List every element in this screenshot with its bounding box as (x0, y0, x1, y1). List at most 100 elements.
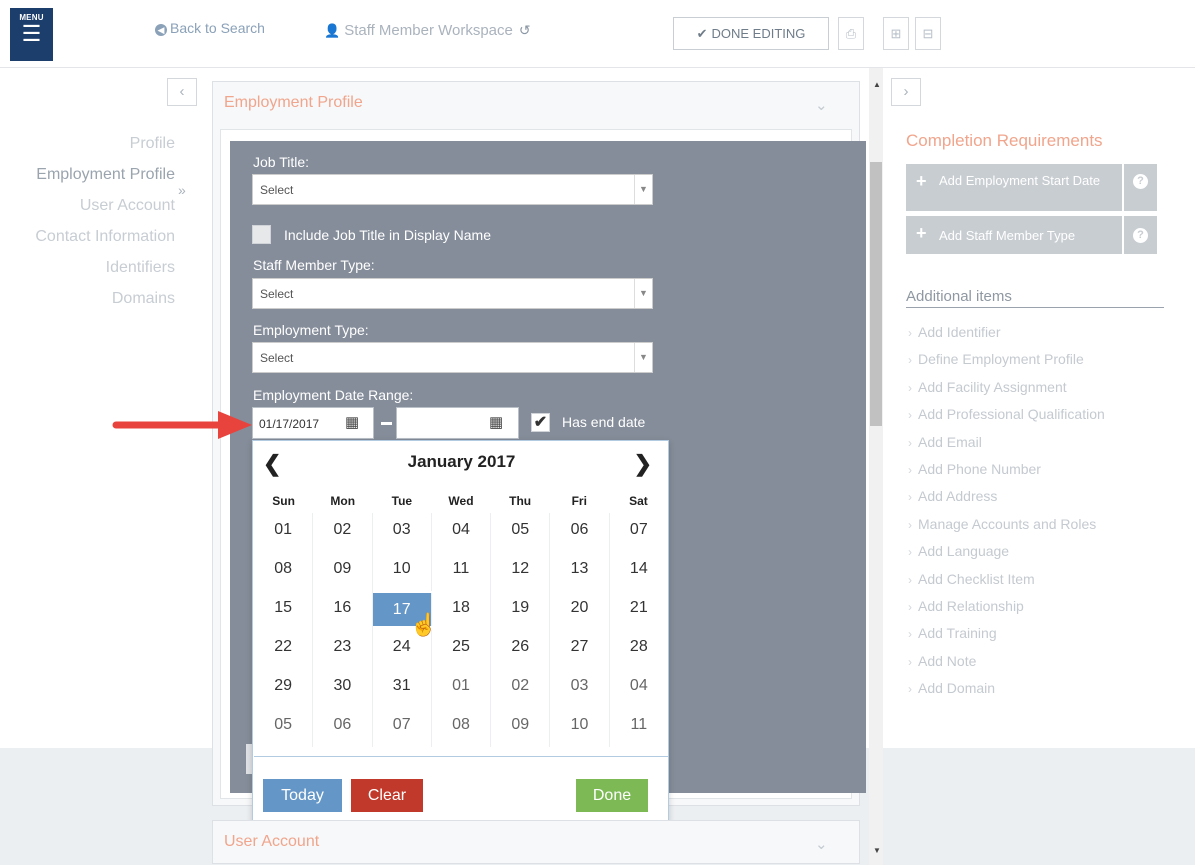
calendar-day-next-month[interactable]: 10 (550, 708, 610, 747)
help-button[interactable]: ? (1124, 216, 1157, 254)
include-job-title-checkbox[interactable] (252, 225, 271, 244)
list-item[interactable]: › Add Phone Number (908, 456, 1105, 483)
calendar-day[interactable]: 18 (432, 591, 492, 630)
staff-member-type-select[interactable]: Select ▼ (252, 278, 653, 309)
job-title-select[interactable]: Select ▼ (252, 174, 653, 205)
list-item[interactable]: › Add Training (908, 620, 1105, 647)
list-item[interactable]: › Add Professional Qualification (908, 401, 1105, 428)
calendar-day-next-month[interactable]: 06 (313, 708, 373, 747)
calendar-day[interactable]: 30 (313, 669, 373, 708)
calendar-day[interactable]: 01 (254, 513, 314, 552)
back-to-search-link[interactable]: ◀ Back to Search (155, 20, 265, 36)
calendar-day[interactable]: 27 (550, 630, 610, 669)
calendar-day[interactable]: 04 (432, 513, 492, 552)
calendar-day[interactable]: 15 (254, 591, 314, 630)
calendar-icon[interactable]: ▦ (489, 413, 503, 431)
calendar-day[interactable]: 03 (373, 513, 432, 552)
refresh-icon[interactable]: ↺ (519, 22, 531, 38)
nav-item-contact-information[interactable]: Contact Information (35, 221, 175, 252)
list-item[interactable]: › Add Address (908, 483, 1105, 510)
calendar-day[interactable]: 19 (491, 591, 551, 630)
calendar-day-next-month[interactable]: 02 (491, 669, 551, 708)
end-date-input[interactable]: ▦ (396, 407, 519, 439)
nav-item-identifiers[interactable]: Identifiers (35, 252, 175, 283)
calendar-day[interactable]: 14 (610, 552, 668, 591)
today-button[interactable]: Today (263, 779, 342, 812)
has-end-date-checkbox[interactable]: ✔ (531, 413, 550, 432)
calendar-day[interactable]: 09 (313, 552, 373, 591)
double-chevron-right-icon[interactable]: » (178, 182, 186, 198)
nav-item-domains[interactable]: Domains (35, 283, 175, 314)
calendar-day[interactable]: 23 (313, 630, 373, 669)
calendar-day[interactable]: 11 (432, 552, 492, 591)
expand-all-button[interactable]: ⊞ (883, 17, 909, 50)
list-item[interactable]: › Add Domain (908, 675, 1105, 702)
list-item[interactable]: › Add Email (908, 429, 1105, 456)
collapse-all-button[interactable]: ⊟ (915, 17, 941, 50)
calendar-day[interactable]: 06 (550, 513, 610, 552)
calendar-day-next-month[interactable]: 05 (254, 708, 314, 747)
menu-button[interactable]: MENU ☰ (10, 8, 53, 61)
add-employment-start-date-button[interactable]: + Add Employment Start Date (906, 164, 1122, 211)
calendar-day[interactable]: 20 (550, 591, 610, 630)
calendar-day[interactable]: 26 (491, 630, 551, 669)
section-nav: Profile Employment Profile User Account … (35, 128, 175, 314)
calendar-day[interactable]: 21 (610, 591, 668, 630)
date-range-separator (381, 422, 392, 425)
list-item[interactable]: › Manage Accounts and Roles (908, 511, 1105, 538)
calendar-day-next-month[interactable]: 11 (610, 708, 668, 747)
collapse-left-button[interactable]: ‹ (167, 78, 197, 106)
calendar-day[interactable]: 31 (373, 669, 432, 708)
nav-item-user-account[interactable]: User Account (35, 190, 175, 221)
scroll-down-icon[interactable]: ▼ (873, 846, 881, 855)
calendar-day-next-month[interactable]: 04 (610, 669, 668, 708)
calendar-day[interactable]: 28 (610, 630, 668, 669)
list-item-label: Add Checklist Item (918, 570, 1035, 587)
list-item[interactable]: › Define Employment Profile (908, 346, 1105, 373)
question-icon: ? (1133, 174, 1148, 189)
panel-title[interactable]: Employment Profile (224, 94, 363, 112)
calendar-day[interactable]: 29 (254, 669, 314, 708)
calendar-day[interactable]: 13 (550, 552, 610, 591)
calendar-day-next-month[interactable]: 09 (491, 708, 551, 747)
calendar-day[interactable]: 12 (491, 552, 551, 591)
list-item[interactable]: › Add Relationship (908, 593, 1105, 620)
user-account-title[interactable]: User Account (224, 833, 319, 851)
calendar-day-next-month[interactable]: 01 (432, 669, 492, 708)
print-button[interactable]: ⎙ (838, 17, 864, 50)
help-button[interactable]: ? (1124, 164, 1157, 211)
calendar-day[interactable]: 10 (373, 552, 432, 591)
calendar-day-next-month[interactable]: 07 (373, 708, 432, 747)
calendar-day[interactable]: 05 (491, 513, 551, 552)
list-item[interactable]: › Add Identifier (908, 319, 1105, 346)
scrollbar-thumb[interactable] (870, 162, 882, 426)
calendar-day[interactable]: 25 (432, 630, 492, 669)
chevron-down-icon[interactable]: ⌄ (815, 835, 828, 853)
list-item[interactable]: › Add Checklist Item (908, 566, 1105, 593)
nav-item-profile[interactable]: Profile (35, 128, 175, 159)
calendar-day-next-month[interactable]: 08 (432, 708, 492, 747)
start-date-input[interactable]: 01/17/2017 ▦ (252, 407, 374, 439)
calendar-day-next-month[interactable]: 03 (550, 669, 610, 708)
calendar-day[interactable]: 02 (313, 513, 373, 552)
calendar-day[interactable]: 08 (254, 552, 314, 591)
calendar-day[interactable]: 16 (313, 591, 373, 630)
add-staff-member-type-button[interactable]: + Add Staff Member Type (906, 216, 1122, 254)
list-item[interactable]: › Add Language (908, 538, 1105, 565)
chevron-right-icon: › (908, 463, 912, 478)
chevron-down-icon[interactable]: ⌄ (815, 96, 828, 114)
next-month-icon[interactable]: ❯ (634, 451, 652, 477)
calendar-day[interactable]: 22 (254, 630, 314, 669)
list-item[interactable]: › Add Note (908, 648, 1105, 675)
expand-right-button[interactable]: › (891, 78, 921, 106)
done-button[interactable]: Done (576, 779, 648, 812)
done-editing-button[interactable]: ✔ DONE EDITING (673, 17, 829, 50)
calendar-icon[interactable]: ▦ (345, 413, 359, 431)
list-item[interactable]: › Add Facility Assignment (908, 374, 1105, 401)
nav-item-employment-profile[interactable]: Employment Profile (35, 159, 175, 190)
clear-button[interactable]: Clear (351, 779, 423, 812)
calendar-day[interactable]: 07 (610, 513, 668, 552)
chevron-right-icon: › (908, 545, 912, 560)
scroll-up-icon[interactable]: ▲ (873, 80, 881, 89)
employment-type-select[interactable]: Select ▼ (252, 342, 653, 373)
